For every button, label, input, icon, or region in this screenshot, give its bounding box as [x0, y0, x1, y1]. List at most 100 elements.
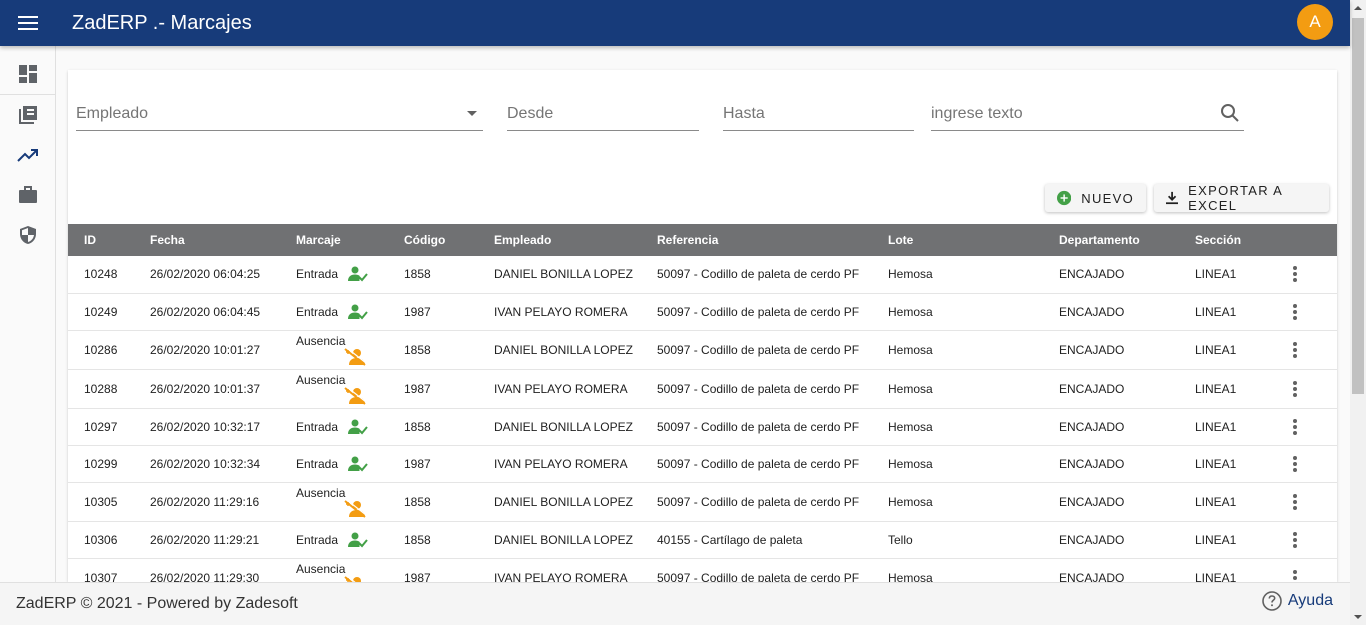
cell-fecha: 26/02/2020 11:29:30: [150, 558, 296, 582]
cell-id: 10286: [68, 330, 150, 370]
cell-seccion: LINEA1: [1195, 408, 1285, 446]
sidebar-item-work[interactable]: [0, 175, 56, 215]
table-row[interactable]: 10249 26/02/2020 06:04:45 Entrada 1987 IVAN …: [68, 293, 1337, 331]
cell-departamento: ENCAJADO: [1059, 482, 1195, 522]
cell-fecha: 26/02/2020 06:04:45: [150, 293, 296, 331]
cell-id: 10305: [68, 482, 150, 522]
column-header-id[interactable]: ID: [68, 224, 150, 256]
table-row[interactable]: 10307 26/02/2020 11:29:30 Ausencia 1987 IVAN…: [68, 558, 1337, 582]
download-icon: [1166, 191, 1179, 205]
search-input[interactable]: [931, 100, 1244, 128]
cell-codigo: 1987: [404, 445, 494, 483]
column-header-departamento[interactable]: Departamento: [1059, 224, 1195, 256]
cell-codigo: 1987: [404, 369, 494, 409]
cell-actions: [1285, 330, 1337, 370]
cell-empleado: DANIEL BONILLA LOPEZ: [494, 482, 657, 522]
table-row[interactable]: 10306 26/02/2020 11:29:21 Entrada 1858 DANIE…: [68, 521, 1337, 559]
cell-referencia: 50097 - Codillo de paleta de cerdo PF: [657, 256, 888, 294]
scroll-up-arrow-icon[interactable]: [1350, 0, 1366, 16]
marcaje-label: Ausencia: [296, 485, 346, 500]
marcajes-card: NUEVO EXPORTAR A EXCEL ID Fecha Marcaje …: [68, 70, 1337, 582]
table-row[interactable]: 10299 26/02/2020 10:32:34 Entrada 1987 IVAN …: [68, 445, 1337, 483]
sidebar-item-dashboard[interactable]: [0, 54, 56, 94]
cell-marcaje: Entrada: [296, 293, 404, 331]
cell-fecha: 26/02/2020 10:01:27: [150, 330, 296, 370]
person-off-icon: [344, 347, 366, 366]
hasta-field[interactable]: [723, 100, 914, 131]
cell-actions: [1285, 558, 1337, 582]
more-vert-icon[interactable]: [1285, 303, 1305, 321]
column-header-lote[interactable]: Lote: [888, 224, 1059, 256]
more-vert-icon[interactable]: [1285, 418, 1305, 436]
marcaje-label: Entrada: [296, 419, 339, 434]
sidebar-item-trending[interactable]: [0, 135, 56, 175]
cell-referencia: 50097 - Codillo de paleta de cerdo PF: [657, 369, 888, 409]
column-header-referencia[interactable]: Referencia: [657, 224, 888, 256]
cell-seccion: LINEA1: [1195, 256, 1285, 294]
cell-lote: Hemosa: [888, 408, 1059, 446]
desde-field[interactable]: [507, 100, 699, 131]
person-off-icon: [344, 499, 366, 518]
cell-codigo: 1858: [404, 482, 494, 522]
scroll-down-arrow-icon[interactable]: [1350, 609, 1366, 625]
cell-fecha: 26/02/2020 11:29:16: [150, 482, 296, 522]
cell-empleado: IVAN PELAYO ROMERA: [494, 369, 657, 409]
cell-referencia: 50097 - Codillo de paleta de cerdo PF: [657, 558, 888, 582]
search-icon[interactable]: [1220, 103, 1240, 123]
cell-id: 10248: [68, 256, 150, 294]
more-vert-icon[interactable]: [1285, 265, 1305, 283]
cell-marcaje: Entrada: [296, 521, 404, 559]
desde-input[interactable]: [507, 100, 699, 128]
more-vert-icon[interactable]: [1285, 455, 1305, 473]
copyright-text: ZadERP © 2021 - Powered by Zadesoft: [16, 595, 298, 612]
cell-fecha: 26/02/2020 11:29:21: [150, 521, 296, 559]
menu-icon: [18, 16, 38, 30]
avatar[interactable]: A: [1297, 4, 1333, 40]
table-row[interactable]: 10288 26/02/2020 10:01:37 Ausencia 1987 IVAN…: [68, 369, 1337, 409]
column-header-marcaje[interactable]: Marcaje: [296, 224, 404, 256]
marcaje-label: Ausencia: [296, 372, 346, 387]
nuevo-button[interactable]: NUEVO: [1045, 184, 1146, 212]
cell-fecha: 26/02/2020 10:32:34: [150, 445, 296, 483]
cell-referencia: 40155 - Cartílago de paleta: [657, 521, 888, 559]
exportar-excel-button[interactable]: EXPORTAR A EXCEL: [1154, 183, 1329, 213]
column-header-fecha[interactable]: Fecha: [150, 224, 296, 256]
person-check-icon: [348, 456, 368, 471]
cell-marcaje: Ausencia: [296, 558, 404, 582]
cell-actions: [1285, 408, 1337, 446]
table-row[interactable]: 10286 26/02/2020 10:01:27 Ausencia 1858 DANI…: [68, 330, 1337, 370]
page-scrollbar[interactable]: [1350, 0, 1366, 625]
sidebar-item-library[interactable]: [0, 95, 56, 135]
more-vert-icon[interactable]: [1285, 341, 1305, 359]
cell-lote: Hemosa: [888, 369, 1059, 409]
more-vert-icon[interactable]: [1285, 569, 1305, 582]
add-circle-icon: [1057, 190, 1072, 206]
cell-seccion: LINEA1: [1195, 558, 1285, 582]
menu-button[interactable]: [0, 0, 56, 46]
search-field[interactable]: [931, 100, 1244, 131]
sidebar-item-security[interactable]: [0, 215, 56, 255]
column-header-empleado[interactable]: Empleado: [494, 224, 657, 256]
column-header-seccion[interactable]: Sección: [1195, 224, 1285, 256]
column-header-codigo[interactable]: Código: [404, 224, 494, 256]
marcajes-table: ID Fecha Marcaje Código Empleado Referen…: [68, 224, 1337, 582]
more-vert-icon[interactable]: [1285, 380, 1305, 398]
table-row[interactable]: 10248 26/02/2020 06:04:25 Entrada 1858 DANIE…: [68, 256, 1337, 294]
table-row[interactable]: 10297 26/02/2020 10:32:17 Entrada 1858 DANIE…: [68, 408, 1337, 446]
empleado-select[interactable]: [76, 100, 483, 131]
table-row[interactable]: 10305 26/02/2020 11:29:16 Ausencia 1858 DANI…: [68, 482, 1337, 522]
more-vert-icon[interactable]: [1285, 493, 1305, 511]
scroll-thumb[interactable]: [1352, 18, 1364, 394]
hasta-input[interactable]: [723, 100, 914, 128]
more-vert-icon[interactable]: [1285, 531, 1305, 549]
cell-departamento: ENCAJADO: [1059, 256, 1195, 294]
person-check-icon: [348, 266, 368, 282]
help-link[interactable]: Ayuda: [1262, 591, 1333, 611]
cell-id: 10249: [68, 293, 150, 331]
cell-id: 10297: [68, 408, 150, 446]
cell-fecha: 26/02/2020 10:01:37: [150, 369, 296, 409]
empleado-input[interactable]: [76, 100, 483, 128]
cell-fecha: 26/02/2020 06:04:25: [150, 256, 296, 294]
chevron-down-icon: [467, 111, 477, 116]
cell-actions: [1285, 482, 1337, 522]
